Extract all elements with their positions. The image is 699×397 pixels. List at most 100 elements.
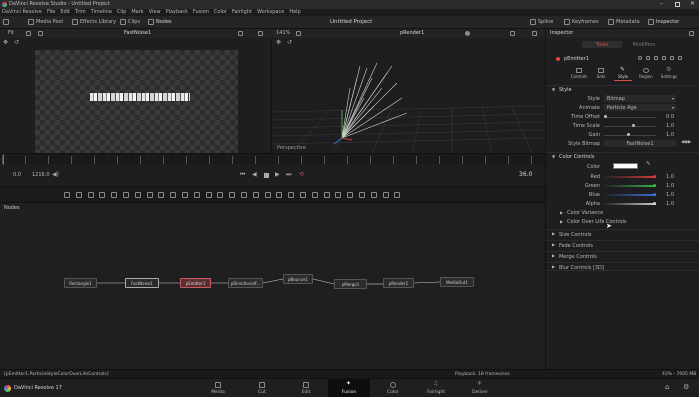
viewer-right[interactable]: 141% pRender1 ✥ ↺ Perspective bbox=[272, 29, 545, 153]
page-media[interactable]: Media bbox=[197, 379, 239, 397]
node-pmerge1[interactable]: pMerge1 bbox=[334, 279, 367, 289]
node-pbounce1[interactable]: pBounce1 bbox=[283, 274, 313, 284]
end-time[interactable]: 1216.0 bbox=[32, 173, 50, 178]
step-back-button[interactable]: ◀ bbox=[252, 172, 257, 178]
viewer-right-lock-icon[interactable] bbox=[510, 31, 515, 36]
maximize-button[interactable] bbox=[675, 2, 680, 7]
tool-shape3d-icon[interactable] bbox=[323, 192, 330, 198]
menu-edit[interactable]: Edit bbox=[60, 10, 70, 15]
tool-loader-icon[interactable] bbox=[193, 192, 200, 198]
viewer-fit-select[interactable]: Fit bbox=[8, 31, 14, 36]
menu-color[interactable]: Color bbox=[214, 10, 227, 15]
version-icon[interactable] bbox=[646, 56, 650, 60]
pin-icon[interactable] bbox=[654, 56, 658, 60]
media-pool-button[interactable]: Media Pool bbox=[28, 19, 63, 25]
node-pemitter1[interactable]: pEmitter1 bbox=[180, 278, 211, 288]
node-prender1[interactable]: pRender1 bbox=[383, 278, 414, 288]
play-button[interactable]: ▶ bbox=[275, 172, 280, 178]
reset-icon[interactable] bbox=[670, 56, 674, 60]
node-pdirectionalforce[interactable]: pDirectionalF... bbox=[228, 278, 263, 288]
color-controls-header[interactable]: ▼ Color Controls bbox=[546, 152, 699, 160]
alpha-knob[interactable] bbox=[653, 202, 656, 205]
viewer-lock-icon[interactable] bbox=[238, 31, 243, 36]
menu-help[interactable]: Help bbox=[289, 10, 300, 15]
tool-sphere-icon[interactable] bbox=[394, 192, 401, 198]
menu-icon[interactable] bbox=[678, 56, 682, 60]
menu-mark[interactable]: Mark bbox=[131, 10, 143, 15]
green-value[interactable]: 1.0 bbox=[662, 184, 674, 189]
go-to-start-button[interactable]: ⏮ bbox=[240, 172, 245, 178]
node-mediaout1[interactable]: MediaOut1 bbox=[440, 277, 474, 287]
time-scale-slider[interactable] bbox=[604, 125, 656, 127]
node-fastnoise1[interactable]: FastNoise1 bbox=[125, 278, 159, 288]
time-scale-value[interactable]: 1.0 bbox=[662, 124, 674, 129]
tool-polygon-icon[interactable] bbox=[122, 192, 129, 198]
menu-fusion[interactable]: Fusion bbox=[193, 10, 209, 15]
loop-button[interactable]: ⟲ bbox=[299, 172, 304, 178]
style-section-header[interactable]: ▼ Style bbox=[546, 85, 699, 93]
time-offset-value[interactable]: 0.0 bbox=[662, 115, 674, 120]
tool-emitter-icon[interactable] bbox=[288, 192, 295, 198]
menu-fairlight[interactable]: Fairlight bbox=[232, 10, 252, 15]
clips-button[interactable]: Clips bbox=[120, 19, 140, 25]
go-to-end-button[interactable]: ⏭ bbox=[286, 172, 291, 178]
viewer-right-more-icon[interactable] bbox=[532, 31, 537, 36]
menu-view[interactable]: View bbox=[149, 10, 161, 15]
blue-slider[interactable] bbox=[604, 194, 656, 196]
viewer-channel-icon[interactable] bbox=[38, 31, 43, 36]
page-edit[interactable]: Edit bbox=[285, 379, 327, 397]
blur-controls-header[interactable]: ▶ Blur Controls [3D] bbox=[546, 262, 699, 271]
menu-clip[interactable]: Clip bbox=[117, 10, 126, 15]
color-over-life-row[interactable]: ▶ Color Over Life Controls bbox=[560, 219, 690, 226]
time-ruler[interactable] bbox=[0, 153, 545, 166]
tab-tools[interactable]: Tools bbox=[582, 41, 622, 48]
viewer-right-options-icon[interactable] bbox=[296, 31, 301, 36]
minimize-button[interactable]: – bbox=[660, 1, 663, 7]
red-slider[interactable] bbox=[604, 176, 656, 178]
tool-renderer3d-icon[interactable] bbox=[382, 192, 389, 198]
fade-controls-header[interactable]: ▶ Fade Controls bbox=[546, 240, 699, 249]
current-frame[interactable]: 36.0 bbox=[519, 172, 532, 178]
effects-library-button[interactable]: Effects Library bbox=[72, 19, 116, 25]
green-slider[interactable] bbox=[604, 185, 656, 187]
style-dropdown[interactable]: Bitmap ▾ bbox=[604, 95, 676, 102]
inspector-button[interactable]: Inspector bbox=[648, 19, 679, 25]
tool-bspline-mask-icon[interactable] bbox=[276, 192, 283, 198]
page-deliver[interactable]: ✈ Deliver bbox=[459, 379, 501, 397]
tool-bspline-icon[interactable] bbox=[134, 192, 141, 198]
tool-resize-icon[interactable] bbox=[229, 192, 236, 198]
node-rectangle1[interactable]: Rectangle1 bbox=[64, 278, 97, 288]
tool-rect-mask-icon[interactable] bbox=[240, 192, 247, 198]
tool-merge3d-icon[interactable] bbox=[347, 192, 354, 198]
metadata-button[interactable]: Metadata bbox=[608, 19, 640, 25]
page-cut[interactable]: Cut bbox=[241, 379, 283, 397]
subtab-settings[interactable]: ⚙ Settings bbox=[658, 67, 680, 80]
gain-slider[interactable] bbox=[604, 134, 656, 136]
tool-merge-icon[interactable] bbox=[181, 192, 188, 198]
tool-mask-icon[interactable] bbox=[146, 192, 153, 198]
merge-controls-header[interactable]: ▶ Merge Controls bbox=[546, 251, 699, 260]
current-time[interactable]: 0.0 bbox=[13, 173, 21, 178]
tool-background-icon[interactable] bbox=[64, 192, 70, 198]
tool-saver-icon[interactable] bbox=[205, 192, 212, 198]
viewer-zoom-select[interactable]: 141% bbox=[276, 31, 290, 36]
red-knob[interactable] bbox=[653, 175, 656, 178]
page-fusion[interactable]: ✦ Fusion bbox=[328, 379, 370, 397]
menu-file[interactable]: File bbox=[47, 10, 55, 15]
menu-playback[interactable]: Playback bbox=[166, 10, 188, 15]
color-dot-icon[interactable] bbox=[638, 56, 642, 60]
tool-channel-icon[interactable] bbox=[217, 192, 224, 198]
tool-image3d-icon[interactable] bbox=[311, 192, 318, 198]
alpha-slider[interactable] bbox=[604, 203, 656, 205]
tool-ellipse-mask-icon[interactable] bbox=[252, 192, 259, 198]
panel-toggle-icon[interactable] bbox=[3, 19, 9, 25]
gain-knob[interactable] bbox=[627, 133, 630, 136]
tool-prender-icon[interactable] bbox=[299, 192, 306, 198]
tool-camera3d-icon[interactable] bbox=[358, 192, 365, 198]
subtab-style[interactable]: ✎ Style bbox=[614, 67, 632, 81]
green-knob[interactable] bbox=[653, 184, 656, 187]
nodes-button[interactable]: Nodes bbox=[148, 19, 172, 25]
settings-gear-icon[interactable]: ⚙ bbox=[683, 384, 689, 391]
viewer-right-dot-icon[interactable] bbox=[465, 31, 470, 36]
viewer-options-icon[interactable] bbox=[26, 31, 31, 36]
